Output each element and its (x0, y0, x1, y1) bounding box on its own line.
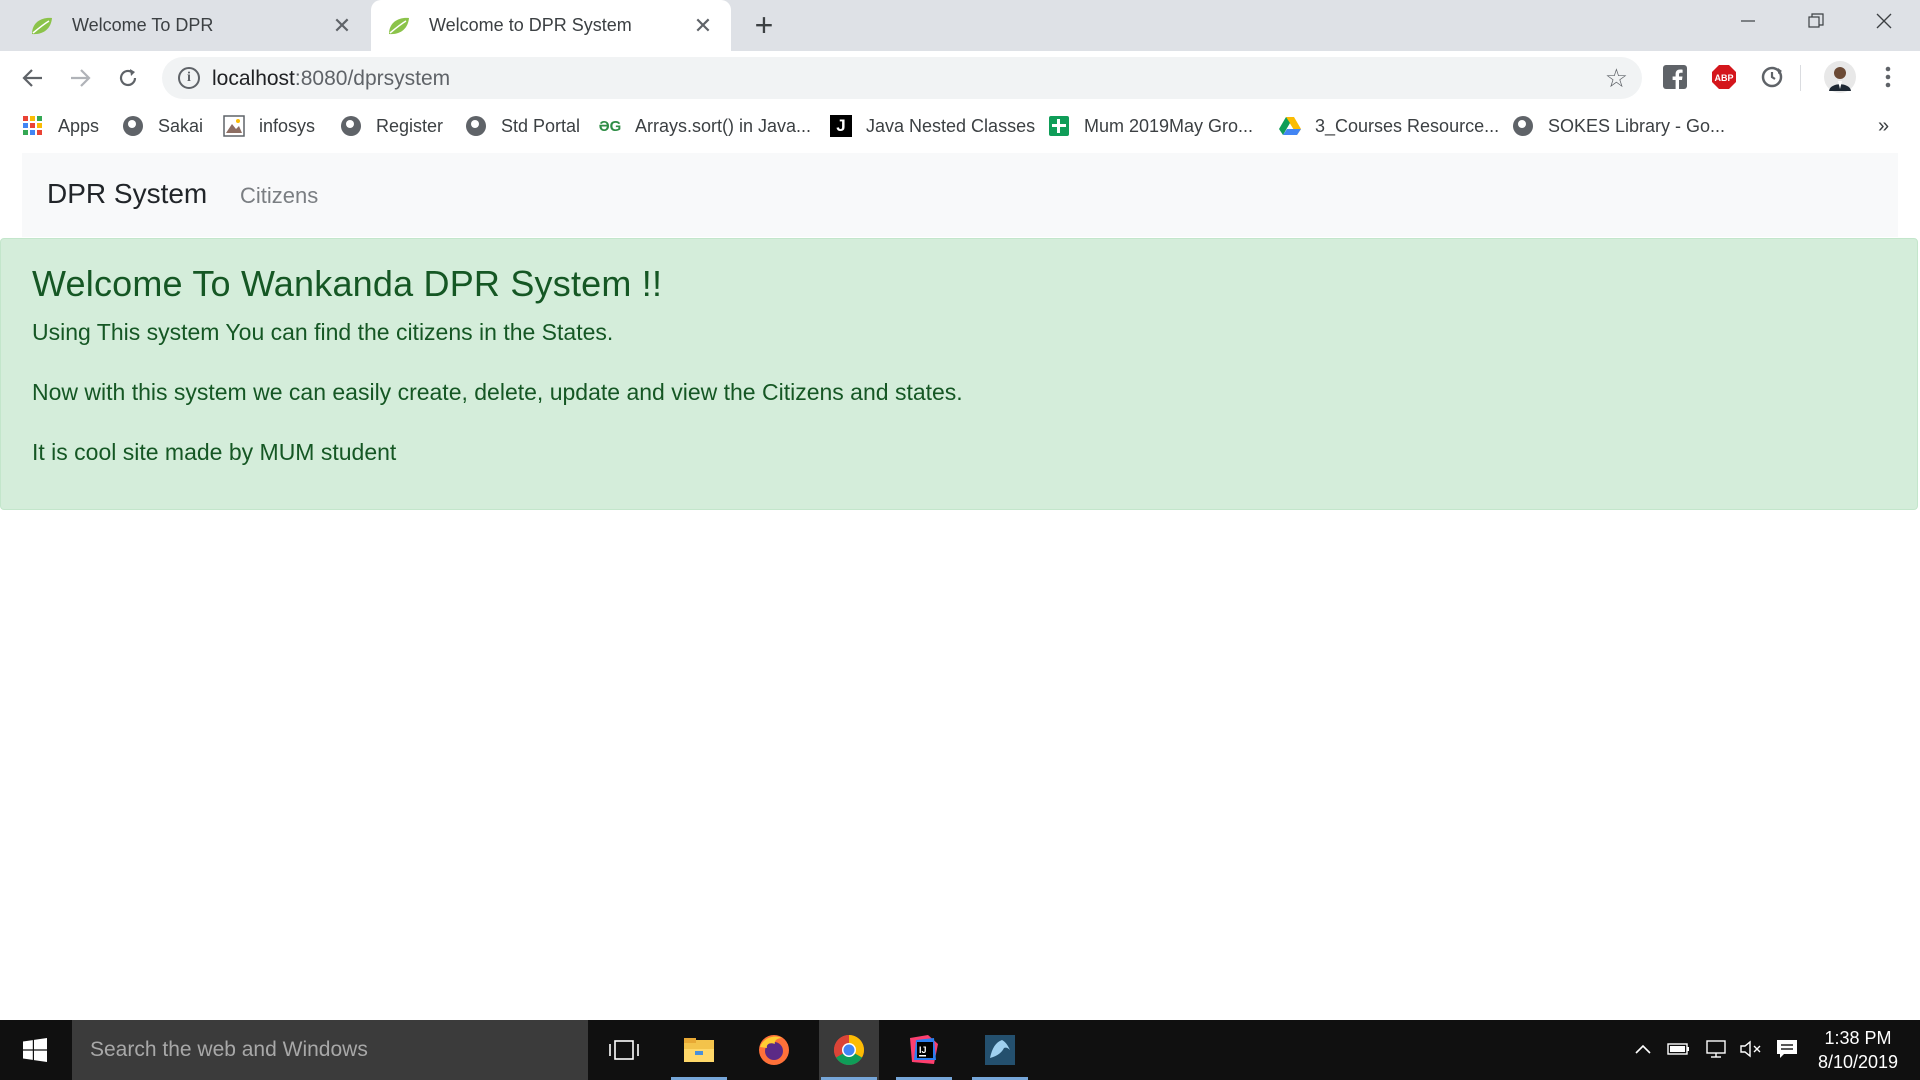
bookmark-label: Sakai (158, 115, 204, 136)
reload-icon[interactable] (111, 61, 145, 95)
firefox-icon[interactable] (744, 1020, 804, 1080)
new-tab-button[interactable]: + (748, 9, 780, 41)
bookmark-label: infosys (259, 115, 316, 136)
bookmark-label: Apps (58, 115, 100, 136)
windows-taskbar: Search the web and Windows IJ 1:38 PM 8/… (0, 1020, 1920, 1080)
navbar-brand[interactable]: DPR System (47, 178, 207, 210)
back-icon[interactable] (16, 61, 50, 95)
j-icon: J (830, 115, 852, 137)
bookmark-star-icon[interactable]: ☆ (1605, 63, 1628, 94)
tab-welcome-to-dpr[interactable]: Welcome To DPR ✕ (0, 0, 370, 51)
tab-strip: Welcome To DPR ✕ Welcome to DPR System ✕… (0, 0, 1920, 51)
close-icon[interactable]: ✕ (691, 13, 715, 38)
bookmark-courses-resource[interactable]: 3_Courses Resource... (1279, 113, 1499, 139)
adblock-plus-icon[interactable]: ABP (1710, 63, 1738, 91)
bookmark-label: Std Portal (501, 115, 581, 136)
info-icon[interactable]: i (178, 67, 200, 89)
globe-icon (340, 115, 362, 137)
globe-icon (122, 115, 144, 137)
bookmark-label: Mum 2019May Gro... (1084, 115, 1254, 136)
bookmark-sakai[interactable]: Sakai (122, 113, 203, 139)
browser-toolbar: i localhost:8080/dprsystem ☆ ABP (0, 51, 1920, 105)
chrome-icon[interactable] (819, 1020, 879, 1080)
file-explorer-icon[interactable] (669, 1020, 729, 1080)
toolbar-divider (1800, 65, 1801, 91)
bookmark-label: Java Nested Classes (866, 115, 1036, 136)
nav-link-citizens[interactable]: Citizens (240, 183, 318, 209)
url-text[interactable]: localhost:8080/dprsystem (212, 67, 450, 91)
alert-paragraph: Using This system You can find the citiz… (32, 319, 614, 345)
bookmark-infosys[interactable]: infosys (223, 113, 315, 139)
globe-icon (465, 115, 487, 137)
bookmark-java-nested-classes[interactable]: J Java Nested Classes (830, 113, 1035, 139)
tab-welcome-to-dpr-system[interactable]: Welcome to DPR System ✕ (371, 0, 731, 51)
clock-time: 1:38 PM (1824, 1028, 1892, 1048)
apps-grid-icon (22, 115, 44, 137)
sheets-icon (1048, 115, 1070, 137)
facebook-icon[interactable] (1661, 63, 1689, 91)
volume-muted-icon[interactable] (1738, 1036, 1764, 1062)
bookmark-label: Register (376, 115, 444, 136)
taskbar-clock[interactable]: 1:38 PM 8/10/2019 (1808, 1026, 1908, 1074)
bookmark-arrays-sort[interactable]: ƏG Arrays.sort() in Java... (599, 113, 811, 139)
spring-leaf-icon (387, 14, 411, 38)
globe-icon (1512, 115, 1534, 137)
close-window-icon[interactable] (1850, 0, 1918, 42)
taskbar-search-box[interactable]: Search the web and Windows (72, 1020, 588, 1080)
windows-start-icon[interactable] (0, 1020, 70, 1080)
restore-icon[interactable] (1782, 0, 1850, 42)
action-center-icon[interactable] (1774, 1036, 1800, 1062)
url-path: :8080/dprsystem (294, 67, 451, 90)
task-view-icon[interactable] (594, 1020, 654, 1080)
bookmark-label: SOKES Library - Go... (1548, 115, 1726, 136)
minimize-icon[interactable] (1714, 0, 1782, 42)
bookmark-std-portal[interactable]: Std Portal (465, 113, 580, 139)
geeksforgeeks-icon: ƏG (598, 117, 622, 135)
menu-icon[interactable] (1874, 63, 1902, 91)
drive-icon (1279, 115, 1301, 137)
battery-icon[interactable] (1666, 1036, 1692, 1062)
bookmark-label: 3_Courses Resource... (1315, 115, 1500, 136)
bookmark-sokes-library[interactable]: SOKES Library - Go... (1512, 113, 1725, 139)
bookmarks-overflow-button[interactable]: » (1878, 113, 1889, 139)
alert-paragraph: It is cool site made by MUM student (32, 439, 397, 465)
bookmark-apps[interactable]: Apps (22, 113, 99, 139)
image-icon (223, 115, 245, 137)
bookmark-mum-group[interactable]: Mum 2019May Gro... (1048, 113, 1253, 139)
address-bar[interactable]: i localhost:8080/dprsystem ☆ (162, 57, 1642, 99)
welcome-heading: Welcome To Wankanda DPR System !! (32, 263, 663, 304)
svg-text:IJ: IJ (919, 1045, 927, 1055)
close-icon[interactable]: ✕ (330, 13, 354, 38)
network-icon[interactable] (1703, 1036, 1729, 1062)
profile-avatar[interactable] (1824, 61, 1856, 93)
search-placeholder: Search the web and Windows (90, 1038, 368, 1061)
site-navbar: DPR System Citizens (22, 153, 1898, 237)
bookmark-label: Arrays.sort() in Java... (635, 115, 812, 136)
clock-date: 8/10/2019 (1817, 1052, 1899, 1072)
tab-title: Welcome To DPR (72, 15, 214, 35)
forward-icon[interactable] (63, 61, 97, 95)
mysql-workbench-icon[interactable] (970, 1020, 1030, 1080)
sync-extension-icon[interactable] (1758, 63, 1786, 91)
welcome-alert: Welcome To Wankanda DPR System !! Using … (0, 238, 1918, 510)
intellij-icon[interactable]: IJ (894, 1020, 954, 1080)
spring-leaf-icon (30, 14, 54, 38)
url-host: localhost (212, 67, 295, 90)
chevron-up-icon[interactable] (1630, 1036, 1656, 1062)
tab-title: Welcome to DPR System (429, 15, 632, 35)
alert-paragraph: Now with this system we can easily creat… (32, 379, 963, 405)
adblock-label: ABP (1714, 73, 1733, 83)
bookmark-register[interactable]: Register (340, 113, 443, 139)
bookmarks-bar: Apps Sakai infosys Register Std Portal Ə… (0, 105, 1920, 147)
